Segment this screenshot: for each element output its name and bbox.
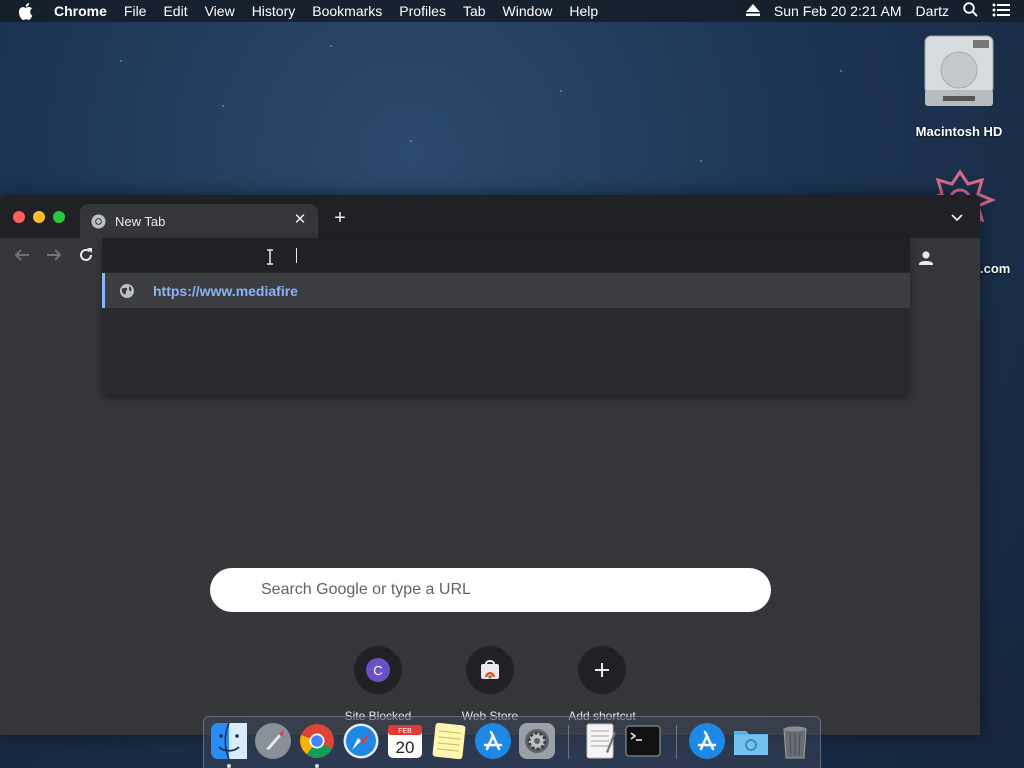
trash-icon[interactable] bbox=[776, 722, 814, 760]
plus-icon bbox=[595, 663, 609, 677]
back-arrow-icon[interactable] bbox=[13, 246, 31, 264]
chevron-down-icon[interactable] bbox=[949, 209, 965, 225]
applications-folder-icon[interactable] bbox=[688, 722, 726, 760]
new-tab-plus-icon[interactable]: + bbox=[330, 208, 350, 228]
running-indicator bbox=[227, 764, 231, 768]
app-store-icon[interactable] bbox=[474, 722, 512, 760]
documents-folder-icon[interactable] bbox=[732, 722, 770, 760]
menu-tab[interactable]: Tab bbox=[463, 3, 486, 19]
system-preferences-icon[interactable] bbox=[518, 722, 556, 760]
calendar-day: 20 bbox=[396, 738, 415, 757]
terminal-icon[interactable] bbox=[624, 722, 662, 760]
web-store-icon bbox=[481, 660, 499, 679]
globe-icon bbox=[120, 283, 134, 298]
tab-title: New Tab bbox=[115, 213, 166, 229]
finder-icon[interactable] bbox=[210, 722, 248, 760]
menu-edit[interactable]: Edit bbox=[163, 3, 187, 19]
calendar-icon[interactable]: FEB 20 bbox=[386, 722, 424, 760]
textedit-icon[interactable] bbox=[580, 722, 618, 760]
forward-arrow-icon[interactable] bbox=[45, 246, 63, 264]
eject-icon[interactable] bbox=[745, 3, 760, 19]
hard-drive-icon bbox=[924, 35, 994, 106]
menu-bar: Chrome File Edit View History Bookmarks … bbox=[0, 0, 1024, 22]
chrome-icon[interactable] bbox=[298, 722, 336, 760]
dock-separator bbox=[568, 725, 569, 759]
shortcut-add[interactable] bbox=[578, 646, 626, 694]
close-tab-icon[interactable]: ✕ bbox=[292, 212, 308, 228]
minimize-window-button[interactable] bbox=[33, 211, 45, 223]
reload-icon[interactable] bbox=[77, 246, 95, 264]
profile-icon[interactable] bbox=[914, 246, 938, 270]
menu-bookmarks[interactable]: Bookmarks bbox=[312, 3, 382, 19]
desktop-icon-label: Macintosh HD bbox=[915, 124, 1003, 139]
ntp-search-placeholder: Search Google or type a URL bbox=[261, 581, 471, 598]
address-bar[interactable] bbox=[102, 238, 910, 272]
suggestion-url: https://www.mediafire bbox=[153, 282, 298, 299]
launchpad-icon[interactable] bbox=[254, 722, 292, 760]
desktop-icon-label: .com bbox=[980, 261, 1011, 276]
ntp-search-box[interactable]: Search Google or type a URL bbox=[210, 568, 771, 612]
menu-window[interactable]: Window bbox=[503, 3, 553, 19]
shortcut-web-store[interactable] bbox=[466, 646, 514, 694]
shortcut-site-blocked[interactable]: C bbox=[354, 646, 402, 694]
safari-icon[interactable] bbox=[342, 722, 380, 760]
menu-history[interactable]: History bbox=[252, 3, 296, 19]
chrome-window: New Tab ✕ + https://www.mediafire Search… bbox=[0, 195, 980, 735]
menu-file[interactable]: File bbox=[124, 3, 147, 19]
apple-menu-icon[interactable] bbox=[19, 2, 37, 20]
menu-view[interactable]: View bbox=[205, 3, 235, 19]
omnibox-dropdown: https://www.mediafire bbox=[102, 238, 910, 395]
tab-new-tab[interactable]: New Tab ✕ bbox=[80, 204, 318, 238]
menu-clock[interactable]: Sun Feb 20 2:21 AM bbox=[774, 3, 902, 19]
notification-center-icon[interactable] bbox=[992, 3, 1010, 20]
notes-icon[interactable] bbox=[430, 722, 468, 760]
ibeam-cursor-icon bbox=[267, 249, 273, 265]
running-indicator bbox=[315, 764, 319, 768]
dock: FEB 20 bbox=[203, 716, 821, 768]
tab-strip: New Tab ✕ + bbox=[0, 195, 980, 238]
close-window-button[interactable] bbox=[13, 211, 25, 223]
menu-user[interactable]: Dartz bbox=[916, 3, 949, 19]
zoom-window-button[interactable] bbox=[53, 211, 65, 223]
menu-help[interactable]: Help bbox=[569, 3, 598, 19]
spotlight-search-icon[interactable] bbox=[963, 2, 978, 20]
menu-profiles[interactable]: Profiles bbox=[399, 3, 446, 19]
menu-app-name[interactable]: Chrome bbox=[54, 3, 107, 19]
chrome-icon bbox=[91, 213, 106, 229]
text-caret bbox=[296, 248, 297, 263]
letter-avatar: C bbox=[366, 658, 390, 682]
omnibox-suggestion[interactable]: https://www.mediafire bbox=[102, 273, 910, 308]
dock-separator bbox=[676, 725, 677, 759]
calendar-month: FEB bbox=[398, 728, 412, 735]
